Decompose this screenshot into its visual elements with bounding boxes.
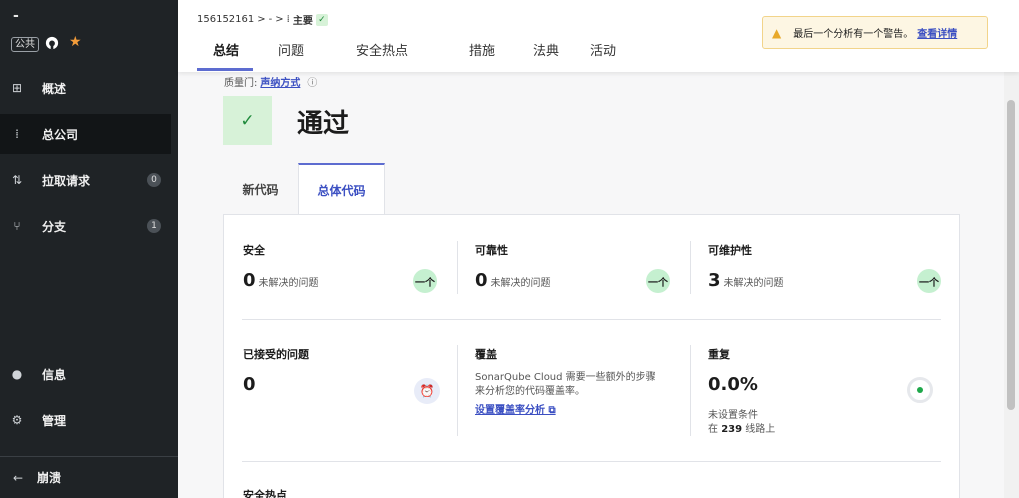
breadcrumb-separator: > — [275, 14, 284, 25]
metric-unit: 未解决的问题 — [258, 278, 319, 289]
sidebar-item-label: 分支 — [42, 219, 67, 234]
breadcrumb-dash: - — [268, 14, 273, 25]
breadcrumb-project[interactable]: 156152161 — [197, 14, 254, 25]
branch-icon: ⑂ — [13, 219, 21, 233]
sidebar-item-main-branch[interactable]: ⁞ 总公司 — [0, 114, 171, 154]
sidebar-item-pull-requests[interactable]: ⇅ 拉取请求 0 — [0, 160, 171, 200]
maintainability-rating-badge: 一个 — [917, 269, 941, 293]
sidebar: - 公共 ★ ⊞ 概述 ⁞ 总公司 ⇅ 拉取请求 0 ⑂ 分支 1 ● 信息 ⚙… — [0, 0, 178, 498]
alarm-clock-icon: ⏰ — [414, 378, 440, 404]
metric-unit: 未解决的问题 — [490, 278, 551, 289]
metric-value: 3 — [708, 270, 721, 291]
security-metric[interactable]: 安全 0 未解决的问题 — [243, 242, 319, 291]
sidebar-item-overview[interactable]: ⊞ 概述 — [0, 68, 171, 108]
divider — [242, 461, 941, 462]
tab-security-hotspots[interactable]: 安全热点 — [356, 40, 408, 59]
duplication-lines-prefix: 在 — [708, 424, 718, 435]
divider — [457, 241, 458, 294]
duplication-metric[interactable]: 重复 0.0% 未设置条件 在 239 线路上 — [708, 346, 775, 437]
tab-measures[interactable]: 措施 — [469, 40, 495, 59]
breadcrumb-branch[interactable]: 主要 — [293, 12, 313, 27]
sidebar-item-administration[interactable]: ⚙ 管理 — [0, 400, 171, 440]
maintainability-metric[interactable]: 可维护性 3 未解决的问题 — [708, 242, 784, 291]
tab-issues[interactable]: 问题 — [278, 40, 304, 59]
project-name: - — [13, 8, 19, 24]
info-icon[interactable]: ⓘ — [307, 74, 317, 89]
divider — [690, 345, 691, 436]
breadcrumb-separator: > — [257, 14, 266, 25]
gear-icon: ⚙ — [11, 413, 23, 427]
scrollbar-thumb[interactable] — [1007, 100, 1015, 410]
divider — [457, 345, 458, 436]
pull-request-icon: ⇅ — [11, 173, 23, 187]
coverage-metric: 覆盖 SonarQube Cloud 需要一些额外的步骤来分析您的代码覆盖率。 … — [475, 346, 665, 416]
branch-main-icon: ⁞ — [15, 127, 19, 141]
duplication-lines-count: 239 — [721, 424, 743, 435]
tab-overall-code[interactable]: 总体代码 — [298, 163, 385, 215]
metric-value: 0 — [243, 374, 256, 395]
tab-activity[interactable]: 活动 — [590, 40, 616, 59]
sidebar-item-label: 拉取请求 — [42, 173, 91, 188]
page-header: 156152161 > - > ⁞ 主要 ✓ 总结 问题 安全热点 措施 法典 … — [178, 0, 1019, 72]
tab-code[interactable]: 法典 — [533, 40, 559, 59]
metric-title: 覆盖 — [475, 348, 497, 361]
setup-coverage-link[interactable]: 设置覆盖率分析 ⧉ — [475, 401, 665, 416]
metric-value: 0.0% — [708, 374, 758, 395]
check-icon: ✓ — [315, 13, 328, 26]
public-badge: 公共 — [11, 37, 39, 52]
star-icon[interactable]: ★ — [69, 34, 82, 50]
divider — [690, 241, 691, 294]
collapse-label: 崩溃 — [37, 471, 62, 485]
quality-gate-caption: 质量门: — [224, 78, 258, 89]
collapse-button[interactable]: ← 崩溃 — [0, 456, 178, 498]
warning-icon: ▲ — [772, 25, 782, 40]
analysis-warning-banner: ▲ 最后一个分析有一个警告。 查看详情 — [762, 16, 988, 49]
metric-title: 安全 — [243, 244, 265, 257]
tab-summary[interactable]: 总结 — [213, 40, 239, 59]
divider — [242, 319, 941, 320]
sidebar-item-label: 总公司 — [42, 127, 79, 142]
branch-count: 1 — [147, 219, 161, 233]
breadcrumb: 156152161 > - > ⁞ 主要 ✓ — [197, 12, 328, 27]
security-hotspots-metric[interactable]: 安全热点 — [243, 487, 287, 498]
active-tab-indicator — [197, 68, 253, 71]
metric-title: 重复 — [708, 348, 730, 361]
sidebar-item-info[interactable]: ● 信息 — [0, 354, 171, 394]
tab-new-code[interactable]: 新代码 — [223, 163, 298, 215]
reliability-rating-badge: 一个 — [646, 269, 670, 293]
reliability-metric[interactable]: 可靠性 0 未解决的问题 — [475, 242, 551, 291]
dashboard-icon: ⊞ — [11, 81, 23, 95]
metric-title: 可维护性 — [708, 244, 752, 257]
warning-text: 最后一个分析有一个警告。 — [793, 29, 914, 40]
duplication-note: 未设置条件 — [708, 410, 758, 421]
pull-request-count: 0 — [147, 173, 161, 187]
metric-value: 0 — [475, 270, 488, 291]
pass-check-icon: ✓ — [223, 96, 272, 145]
metric-title: 安全热点 — [243, 489, 287, 498]
coverage-description: SonarQube Cloud 需要一些额外的步骤来分析您的代码覆盖率。 — [475, 372, 656, 397]
quality-gate-link[interactable]: 声纳方式 — [260, 74, 300, 89]
quality-gate-label: 质量门: 声纳方式 ⓘ — [224, 74, 317, 89]
duplication-donut-icon — [907, 377, 933, 403]
sidebar-item-branches[interactable]: ⑂ 分支 1 — [0, 206, 171, 246]
sidebar-item-label: 概述 — [42, 81, 67, 96]
warning-details-link[interactable]: 查看详情 — [917, 25, 957, 40]
security-rating-badge: 一个 — [413, 269, 437, 293]
quality-gate-status: 通过 — [297, 109, 350, 139]
sidebar-item-label: 信息 — [42, 367, 67, 382]
branch-icon: ⁞ — [286, 14, 290, 25]
github-icon[interactable] — [45, 36, 59, 50]
sidebar-item-label: 管理 — [42, 413, 67, 428]
metric-title: 可靠性 — [475, 244, 508, 257]
metric-unit: 未解决的问题 — [723, 278, 784, 289]
metric-title: 已接受的问题 — [243, 348, 309, 361]
info-icon: ● — [11, 367, 23, 381]
metric-value: 0 — [243, 270, 256, 291]
duplication-lines-suffix: 线路上 — [745, 424, 776, 435]
accepted-issues-metric[interactable]: 已接受的问题 0 — [243, 346, 309, 395]
arrow-left-icon: ← — [12, 470, 24, 485]
